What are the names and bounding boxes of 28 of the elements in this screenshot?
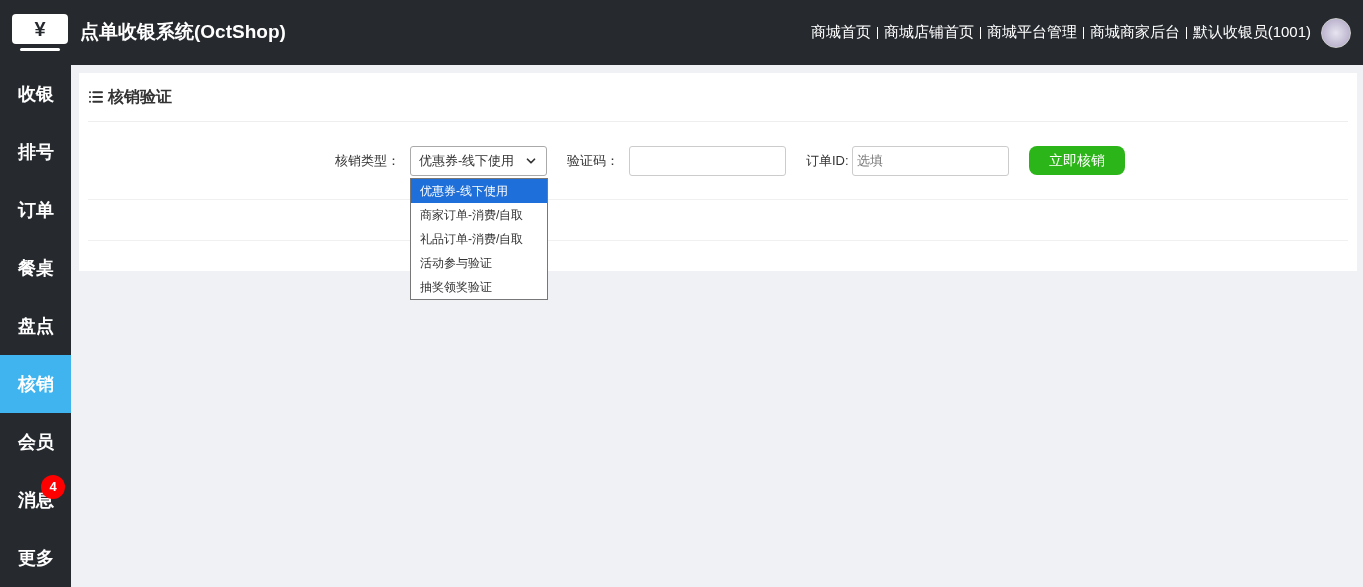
dropdown-option[interactable]: 礼品订单-消费/自取 xyxy=(411,226,547,251)
field-label: 验证码： xyxy=(567,151,619,170)
sidebar-item[interactable]: 排号 xyxy=(0,123,71,182)
dropdown-option[interactable]: 活动参与验证 xyxy=(411,250,547,275)
type-select[interactable]: 优惠券-线下使用 xyxy=(410,145,547,176)
avatar[interactable] xyxy=(1321,17,1351,48)
sidebar-item[interactable]: 餐桌 xyxy=(0,239,71,298)
sidebar-item[interactable]: 盘点 xyxy=(0,297,71,356)
sidebar-item[interactable]: 订单 xyxy=(0,181,71,240)
sidebar-item[interactable]: 更多 xyxy=(0,529,71,587)
nav-link[interactable]: 商城首页 xyxy=(810,21,871,44)
nav-link[interactable]: 商城商家后台 xyxy=(1089,21,1180,44)
dropdown-option[interactable]: 商家订单-消费/自取 xyxy=(411,202,547,227)
app-title: 点单收银系统(OctShop) xyxy=(80,20,286,45)
order-id-field[interactable]: 选填 xyxy=(851,145,1009,176)
nav-link[interactable]: 商城店铺首页 xyxy=(883,21,974,44)
nav-link[interactable]: 商城平台管理 xyxy=(986,21,1077,44)
sidebar-item[interactable]: 收银 xyxy=(0,66,71,124)
sidebar-item[interactable]: 会员 xyxy=(0,413,71,472)
card-title: 核销验证 xyxy=(108,87,172,107)
dropdown-option[interactable]: 抽奖领奖验证 xyxy=(411,274,547,299)
code-field[interactable] xyxy=(629,145,786,176)
logo-glyph: ¥ xyxy=(34,18,46,39)
list-icon xyxy=(88,89,104,105)
user-name[interactable]: 默认收银员(1001) xyxy=(1192,21,1311,44)
field-label: 订单ID: xyxy=(806,151,849,170)
field-label: 核销类型： xyxy=(335,151,400,170)
dropdown-option[interactable]: 优惠券-线下使用 xyxy=(411,178,547,203)
